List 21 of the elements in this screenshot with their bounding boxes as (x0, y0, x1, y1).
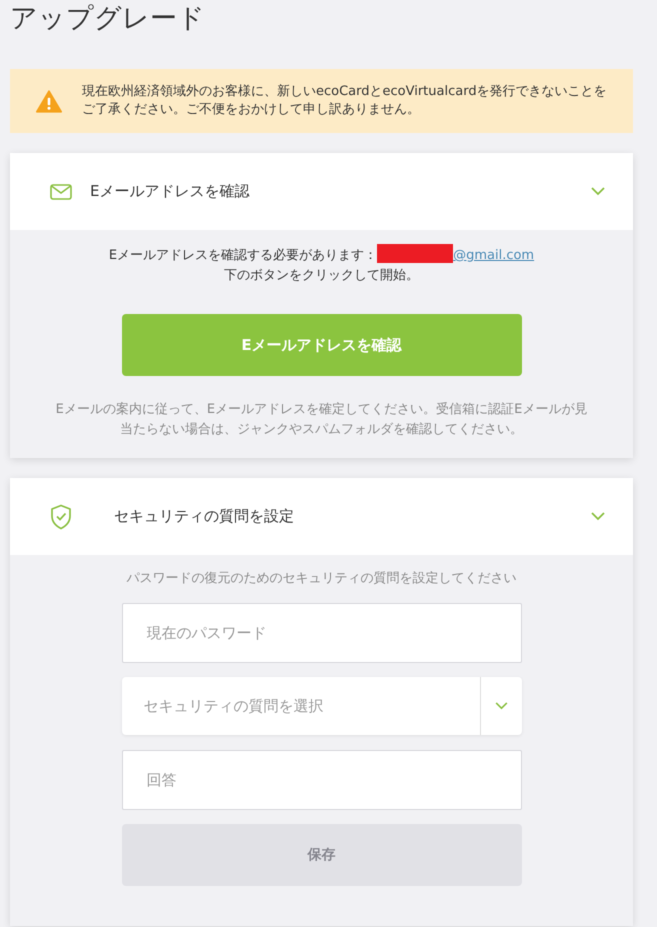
chevron-icon (494, 702, 508, 710)
section-title: Eメールアドレスを確認 (90, 182, 250, 201)
warning-text: 現在欧州経済領域外のお客様に、新しいecoCardとecoVirtualcardを発行できないことをご了承ください。ご不便をおかけして申し訳ありません。 (82, 83, 608, 119)
help-text: Eメールの案内に従って、Eメールアドレスを確定してください。受信箱に認証Eメールが見当たらない場合は、ジャンクやスパムフォルダを確認してください。 (54, 401, 588, 439)
instruction-text: 下のボタンをクリックして開始。 (223, 267, 420, 285)
input-field[interactable]: 現在のパスワード (122, 603, 522, 663)
envelope-icon (50, 184, 72, 200)
input-field[interactable]: 回答 (122, 750, 522, 810)
email-notice: Eメールアドレスを確認する必要があります： @gmail.com (50, 244, 593, 266)
shield-check-icon (50, 504, 72, 530)
email-link[interactable]: @gmail.com (453, 248, 534, 263)
chevron-icon (591, 512, 605, 521)
verify-email-button[interactable]: Eメールアドレスを確認 (122, 314, 522, 376)
accordion-header[interactable]: Eメールアドレスを確認 (10, 153, 633, 230)
section-title: セキュリティの質問を設定 (114, 507, 295, 526)
accordion-header[interactable]: セキュリティの質問を設定 (10, 478, 633, 555)
chevron-icon (591, 187, 605, 196)
page-title: アップグレード (10, 2, 206, 36)
question-select[interactable]: セキュリティの質問を選択 (122, 677, 522, 735)
intro-text: パスワードの復元のためのセキュリティの質問を設定してください (126, 570, 516, 587)
warning-icon (36, 90, 62, 112)
